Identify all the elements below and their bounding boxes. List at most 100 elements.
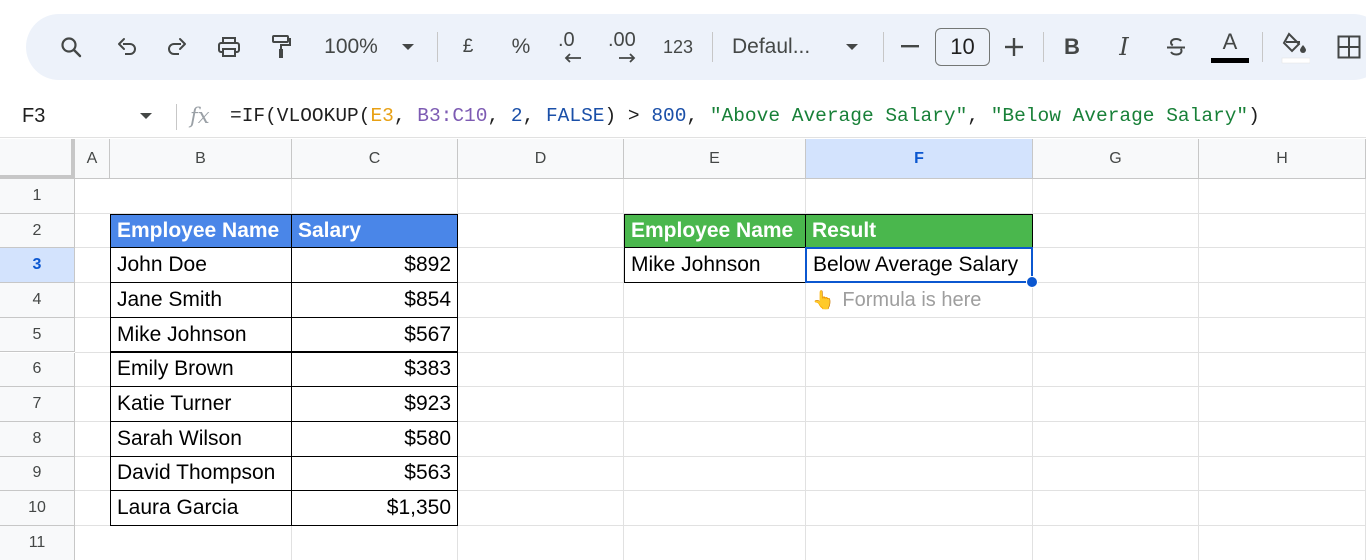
- formula-token: ,: [487, 105, 511, 127]
- name-box[interactable]: F3: [22, 94, 45, 138]
- employee-name-cell[interactable]: David Thompson: [110, 455, 292, 492]
- column-header-h[interactable]: H: [1199, 139, 1366, 179]
- row-header-1[interactable]: 1: [0, 179, 75, 214]
- formula-bar: F3 fx =IF(VLOOKUP(E3, B3:C10, 2, FALSE) …: [0, 94, 1366, 138]
- decrease-decimal-button[interactable]: .0: [554, 14, 590, 80]
- salary-cell[interactable]: $383: [291, 351, 458, 388]
- zoom-value: 100%: [324, 35, 378, 58]
- salary-cell[interactable]: $1,350: [291, 490, 458, 526]
- font-select[interactable]: Defaul...: [732, 14, 826, 80]
- lookup-employee-name-cell[interactable]: Mike Johnson: [624, 247, 806, 284]
- column-header-f[interactable]: F: [806, 139, 1033, 179]
- paint-format-icon[interactable]: [264, 14, 298, 80]
- lookup-header-result: Result: [805, 213, 1033, 249]
- salary-cell[interactable]: $923: [291, 386, 458, 422]
- employee-name-cell[interactable]: Mike Johnson: [110, 316, 292, 353]
- spreadsheet-grid: A B C D E F G H 1 2 3 4 5 6 7 8 9 10 11 Employee Name Salary…: [0, 139, 1366, 560]
- formula-token: 2: [510, 105, 523, 127]
- arrow-right-icon: [619, 53, 636, 63]
- row-header-4[interactable]: 4: [0, 283, 75, 318]
- fx-icon: fx: [190, 104, 210, 128]
- toolbar-area: 100% £ % .0 .00 123 Defaul... 10 B I A: [0, 0, 1366, 94]
- formula-token: E3: [370, 105, 394, 127]
- row-header-7[interactable]: 7: [0, 387, 75, 422]
- salary-cell[interactable]: $563: [291, 455, 458, 492]
- fill-handle[interactable]: [1026, 276, 1038, 289]
- font-dropdown-icon[interactable]: [842, 14, 862, 80]
- pointing-up-icon: 👆: [812, 289, 835, 310]
- employee-name-cell[interactable]: Emily Brown: [110, 351, 292, 388]
- currency-format-button[interactable]: £: [456, 14, 480, 80]
- column-header-a[interactable]: A: [75, 139, 110, 179]
- column-header-b[interactable]: B: [110, 139, 292, 179]
- zoom-select[interactable]: 100%: [316, 14, 386, 80]
- salary-cell[interactable]: $567: [291, 316, 458, 353]
- column-header-d[interactable]: D: [458, 139, 624, 179]
- lookup-result-cell[interactable]: Below Average Salary: [805, 247, 1033, 284]
- zoom-dropdown-icon[interactable]: [398, 14, 418, 80]
- toolbar-divider: [712, 32, 713, 62]
- employee-name-cell[interactable]: Sarah Wilson: [110, 420, 292, 457]
- redo-icon[interactable]: [160, 14, 194, 80]
- arrow-left-icon: [564, 53, 581, 63]
- search-icon[interactable]: [54, 14, 88, 80]
- formula-token: ) >: [604, 105, 652, 127]
- row-header-5[interactable]: 5: [0, 317, 75, 353]
- salary-cell[interactable]: $580: [291, 420, 458, 457]
- formula-token: 800: [651, 105, 687, 127]
- column-header-c[interactable]: C: [292, 139, 458, 179]
- gridline: [1198, 179, 1199, 560]
- column-header-g[interactable]: G: [1033, 139, 1199, 179]
- salary-cell[interactable]: $892: [291, 247, 458, 284]
- table-header-employee-name: Employee Name: [110, 213, 292, 249]
- employee-name-cell[interactable]: John Doe: [110, 247, 292, 284]
- text-color-swatch: [1211, 58, 1249, 63]
- more-formats-button[interactable]: 123: [660, 14, 696, 80]
- text-color-button[interactable]: A: [1210, 14, 1250, 80]
- bold-button[interactable]: B: [1058, 14, 1086, 80]
- note-text: Formula is here: [842, 288, 982, 311]
- fill-color-icon[interactable]: [1276, 14, 1314, 80]
- formula-note: 👆 Formula is here: [812, 283, 981, 318]
- formula-token: ,: [522, 105, 546, 127]
- toolbar-divider: [1262, 32, 1263, 62]
- undo-icon[interactable]: [110, 14, 144, 80]
- increase-decimal-button[interactable]: .00: [606, 14, 648, 80]
- strikethrough-icon[interactable]: [1162, 14, 1190, 80]
- employee-name-cell[interactable]: Laura Garcia: [110, 490, 292, 526]
- select-all-corner[interactable]: [0, 139, 75, 179]
- lookup-header-employee-name: Employee Name: [624, 213, 806, 249]
- formula-token: ,: [393, 105, 418, 127]
- formula-input[interactable]: =IF(VLOOKUP(E3, B3:C10, 2, FALSE) > 800,…: [230, 94, 1260, 138]
- percent-format-button[interactable]: %: [506, 14, 536, 80]
- salary-cell[interactable]: $854: [291, 282, 458, 318]
- row-header-9[interactable]: 9: [0, 456, 75, 492]
- toolbar-divider: [437, 32, 438, 62]
- decrease-font-icon[interactable]: [896, 14, 924, 80]
- row-header-6[interactable]: 6: [0, 352, 75, 388]
- formula-token: B3:C10: [417, 105, 488, 127]
- table-header-salary: Salary: [291, 213, 458, 249]
- row-header-3[interactable]: 3: [0, 248, 75, 284]
- formula-token: ): [1248, 105, 1260, 127]
- row-header-8[interactable]: 8: [0, 421, 75, 457]
- formula-token: "Below Average Salary": [990, 105, 1249, 127]
- italic-button[interactable]: I: [1110, 14, 1138, 80]
- row-header-10[interactable]: 10: [0, 491, 75, 526]
- toolbar-divider: [1043, 32, 1044, 62]
- print-icon[interactable]: [212, 14, 246, 80]
- name-box-dropdown-icon[interactable]: [139, 94, 153, 138]
- formula-bar-divider: [176, 104, 177, 130]
- increase-font-icon[interactable]: [1000, 14, 1028, 80]
- column-header-e[interactable]: E: [624, 139, 806, 179]
- employee-name-cell[interactable]: Jane Smith: [110, 282, 292, 318]
- formula-token: FALSE: [545, 105, 605, 127]
- row-header-2[interactable]: 2: [0, 213, 75, 249]
- borders-icon[interactable]: [1334, 14, 1364, 80]
- font-size-input[interactable]: 10: [935, 28, 990, 66]
- formula-token: =IF(VLOOKUP(: [230, 105, 371, 127]
- employee-name-cell[interactable]: Katie Turner: [110, 386, 292, 422]
- formula-token: ,: [967, 105, 991, 127]
- row-header-11[interactable]: 11: [0, 526, 75, 560]
- toolbar-divider: [883, 32, 884, 62]
